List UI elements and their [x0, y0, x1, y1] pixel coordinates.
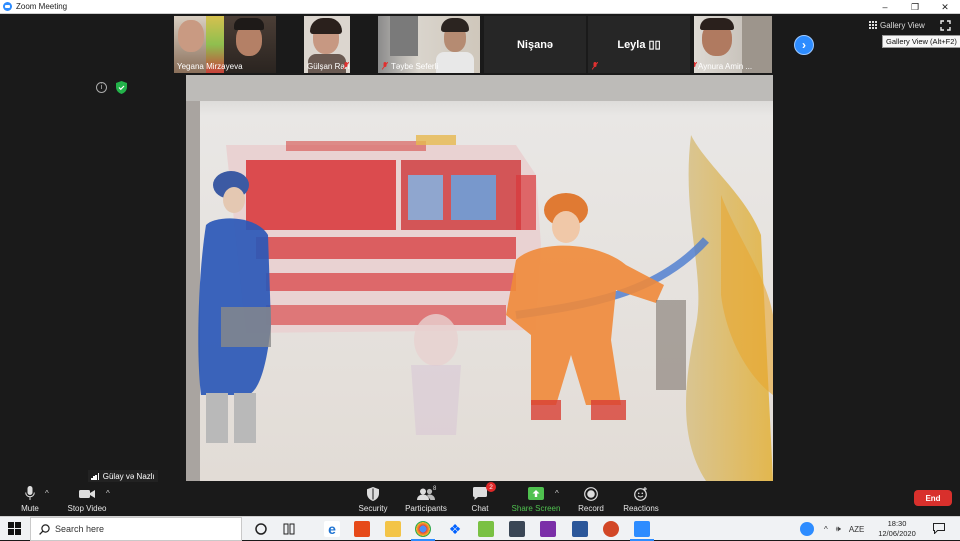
video-camera-icon	[79, 489, 95, 498]
reactions-smiley-icon	[634, 486, 647, 501]
end-meeting-button[interactable]: End	[914, 490, 952, 506]
input-language[interactable]: AZE	[849, 525, 865, 534]
participant-name: Təybe Seferli	[391, 62, 439, 71]
share-screen-icon	[528, 487, 544, 500]
participant-tile[interactable]: Təybe Seferli	[378, 16, 480, 73]
active-speaker-label: Gülay və Nazlı	[88, 470, 158, 482]
record-icon	[584, 486, 598, 501]
zoom-window: Zoom Meeting – ❐ ✕ Yegana Mirzayeva Gülş…	[0, 0, 960, 541]
meeting-toolbar: Mute ^ Stop Video ^ Security 8 Participa…	[0, 482, 960, 516]
task-view-icon[interactable]	[281, 521, 297, 537]
mic-muted-icon	[382, 62, 388, 70]
search-placeholder: Search here	[55, 524, 105, 534]
participant-tile[interactable]: Gülşan Rahimli	[304, 16, 350, 73]
active-speaker-name: Gülay və Nazlı	[102, 471, 155, 481]
participants-count: 8	[433, 486, 437, 492]
office-icon[interactable]	[354, 521, 370, 537]
chrome-browser-icon[interactable]	[411, 521, 435, 541]
zoom-taskbar-icon[interactable]	[630, 521, 654, 541]
search-icon	[39, 524, 50, 535]
chat-unread-badge: 2	[486, 482, 496, 492]
stop-video-label: Stop Video	[67, 504, 107, 513]
mic-muted-icon	[592, 62, 598, 70]
security-shield-icon	[367, 486, 379, 501]
window-title: Zoom Meeting	[16, 2, 68, 11]
drawing-image	[186, 75, 773, 481]
security-label: Security	[358, 504, 388, 513]
participant-tile[interactable]: Yegana Mirzayeva	[174, 16, 276, 73]
mute-label: Mute	[21, 504, 39, 513]
video-options-caret-icon[interactable]: ^	[106, 489, 110, 498]
mic-muted-icon	[343, 62, 349, 70]
mic-muted-icon	[694, 62, 697, 67]
volume-icon[interactable]: 🕪	[836, 524, 841, 534]
participant-name: Yegana Mirzayeva	[177, 62, 243, 71]
participant-strip: Yegana Mirzayeva Gülşan Rahimli Təybe Se…	[0, 15, 960, 73]
participant-name: Aynura Amin ...	[698, 62, 753, 71]
cortana-circle-icon[interactable]	[253, 521, 269, 537]
audio-options-caret-icon[interactable]: ^	[45, 489, 49, 498]
participant-tile[interactable]: Nişanə	[484, 16, 586, 73]
shuttle-app-icon[interactable]	[478, 521, 494, 537]
share-screen-label: Share Screen	[511, 504, 561, 513]
participant-name: Leyla ▯▯	[617, 39, 661, 51]
windows-start-icon[interactable]	[8, 522, 21, 535]
active-speaker-video[interactable]	[186, 75, 773, 481]
meeting-info-icon[interactable]: i	[96, 82, 107, 93]
file-explorer-icon[interactable]	[385, 521, 401, 537]
reactions-button[interactable]: Reactions	[611, 485, 671, 513]
fullscreen-icon[interactable]	[940, 20, 951, 31]
participant-tile[interactable]: Leyla ▯▯	[588, 16, 690, 73]
chat-label: Chat	[471, 504, 489, 513]
chat-bubble-icon	[473, 487, 487, 500]
show-hidden-icons-caret-icon[interactable]: ^	[824, 525, 828, 534]
gallery-view-label: Gallery View	[880, 20, 925, 30]
dropbox-icon[interactable]: ❖	[447, 521, 463, 537]
security-button[interactable]: Security	[343, 485, 403, 513]
chat-button[interactable]: 2 Chat	[450, 482, 510, 513]
close-button[interactable]: ✕	[930, 0, 960, 14]
zoom-logo-icon	[3, 2, 12, 11]
gallery-view-tooltip: Gallery View (Alt+F2)	[882, 35, 960, 48]
grid-icon	[869, 21, 877, 29]
encryption-shield-icon[interactable]	[116, 81, 127, 94]
microphone-icon	[25, 486, 35, 500]
reactions-label: Reactions	[623, 504, 659, 513]
gallery-view-button[interactable]: Gallery View	[869, 18, 931, 32]
photos-app-icon[interactable]	[509, 521, 525, 537]
action-center-icon[interactable]	[933, 523, 945, 534]
system-tray: ^ 🕪 AZE	[800, 517, 864, 541]
word-icon[interactable]	[572, 521, 588, 537]
participant-tile[interactable]: Aynura Amin ...	[694, 16, 772, 73]
clock-time: 18:30	[887, 519, 907, 528]
signal-strength-icon	[91, 472, 100, 480]
share-options-caret-icon[interactable]: ^	[555, 489, 559, 498]
windows-taskbar: Search here e ❖ ^ 🕪 AZE 18:30 12/06/2020	[0, 516, 960, 541]
participants-label: Participants	[405, 504, 447, 513]
minimize-button[interactable]: –	[870, 0, 900, 14]
edge-browser-icon[interactable]: e	[324, 521, 340, 537]
restore-button[interactable]: ❐	[900, 0, 930, 14]
notification-app-icon[interactable]	[800, 522, 814, 536]
taskbar-search-box[interactable]: Search here	[30, 517, 242, 541]
participant-name: Nişanə	[516, 38, 554, 51]
participants-button[interactable]: 8 Participants	[396, 485, 456, 513]
title-bar: Zoom Meeting – ❐ ✕	[0, 0, 960, 14]
mute-button[interactable]: Mute	[0, 485, 60, 513]
clock-date: 12/06/2020	[878, 529, 916, 538]
onenote-icon[interactable]	[540, 521, 556, 537]
powerpoint-icon[interactable]	[603, 521, 619, 537]
window-controls: – ❐ ✕	[870, 0, 960, 14]
next-page-arrow-icon[interactable]: ›	[794, 35, 814, 55]
taskbar-clock[interactable]: 18:30 12/06/2020	[877, 519, 917, 539]
